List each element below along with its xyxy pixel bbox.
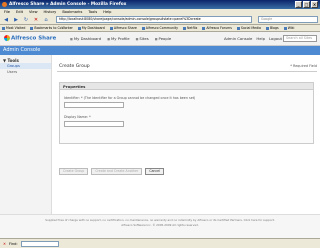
nav-sites[interactable]: Sites (136, 36, 148, 41)
bookmark-item[interactable]: Bookmarks to CoWorker (30, 25, 72, 31)
window-title-bar: Alfresco Share » Admin Console - Mozilla… (0, 0, 320, 9)
page-viewport: Alfresco Share My Dashboard My Profile S… (0, 32, 320, 238)
window-title: Alfresco Share » Admin Console - Mozilla… (9, 2, 127, 7)
alfresco-logo-icon (4, 35, 10, 41)
identifier-label: Identifier: * (The Identifier for a Grou… (64, 96, 196, 100)
form-buttons: Create Group Create and Create Another C… (59, 168, 165, 175)
site-search-input[interactable]: Search all Sites (283, 35, 317, 42)
bookmark-item[interactable]: Wiki (284, 25, 295, 31)
logo-text: Alfresco Share (11, 35, 57, 42)
identifier-input[interactable] (64, 102, 124, 108)
home-icon[interactable]: ⌂ (42, 16, 50, 24)
divider (57, 71, 317, 72)
properties-panel: Properties Identifier: * (The Identifier… (59, 82, 314, 144)
find-label: Find: (9, 241, 18, 246)
back-icon[interactable]: ◀ (2, 16, 10, 24)
bookmarks-toolbar: Most Visited Bookmarks to CoWorker My Da… (0, 25, 320, 32)
find-input[interactable] (20, 240, 59, 247)
display-name-input[interactable] (64, 121, 124, 127)
form-title: Create Group (59, 64, 90, 69)
close-find-icon[interactable]: ✕ (3, 242, 6, 246)
bookmark-item[interactable]: Social Media (237, 25, 261, 31)
bookmark-item[interactable]: Blogs (266, 25, 279, 31)
firefox-icon (2, 2, 7, 7)
display-name-label: Display Name: * (64, 115, 91, 119)
nav-my-profile[interactable]: My Profile (107, 36, 130, 41)
minimize-button[interactable]: _ (295, 1, 302, 8)
nav-my-dashboard[interactable]: My Dashboard (70, 36, 101, 41)
app-nav: My Dashboard My Profile Sites People (70, 36, 171, 41)
tools-heading: ▼ Tools (3, 58, 19, 63)
bookmark-item[interactable]: Netflix (183, 25, 197, 31)
reload-icon[interactable]: ↻ (22, 16, 30, 24)
window-controls: _ □ × (295, 1, 318, 8)
bookmark-item[interactable]: My Dashboard (78, 25, 105, 31)
tools-sidebar: ▼ Tools Groups Users (0, 55, 52, 238)
browser-search-input[interactable]: Google (258, 16, 318, 23)
stop-icon[interactable]: ✕ (32, 16, 40, 24)
page-footer: Supplied free of charge with no support,… (0, 214, 320, 238)
footer-copyright: Alfresco Software Inc. © 2005-2009 All r… (121, 223, 199, 227)
main-content: Create Group * Required Field Properties… (54, 55, 320, 238)
bookmark-item[interactable]: Alfresco Community (142, 25, 178, 31)
page-title: Admin Console (0, 46, 320, 55)
nav-people[interactable]: People (155, 36, 172, 41)
cancel-button[interactable]: Cancel (145, 168, 165, 175)
create-group-button[interactable]: Create Group (59, 168, 89, 175)
close-button[interactable]: × (311, 1, 318, 8)
user-nav: Admin Console Help Logout (224, 36, 282, 41)
create-another-button[interactable]: Create and Create Another (91, 168, 143, 175)
share-header: Alfresco Share My Dashboard My Profile S… (0, 32, 320, 46)
maximize-button[interactable]: □ (303, 1, 310, 8)
required-note: * Required Field (290, 64, 317, 68)
sidebar-item-users[interactable]: Users (0, 69, 51, 75)
forward-icon[interactable]: ▶ (12, 16, 20, 24)
find-bar: ✕ Find: (0, 238, 320, 248)
nav-logout[interactable]: Logout (269, 36, 282, 41)
nav-help[interactable]: Help (256, 36, 265, 41)
browser-nav-bar: ◀ ▶ ↻ ✕ ⌂ http://localhost:8080/share/pa… (0, 15, 320, 25)
nav-admin-console[interactable]: Admin Console (224, 36, 252, 41)
bookmark-item[interactable]: Most Visited (2, 25, 25, 31)
url-bar[interactable]: http://localhost:8080/share/page/console… (56, 16, 252, 23)
bookmark-item[interactable]: Alfresco Share (110, 25, 137, 31)
share-logo[interactable]: Alfresco Share (4, 35, 56, 42)
properties-header: Properties (60, 83, 313, 90)
bookmark-item[interactable]: Alfresco Forums (202, 25, 232, 31)
